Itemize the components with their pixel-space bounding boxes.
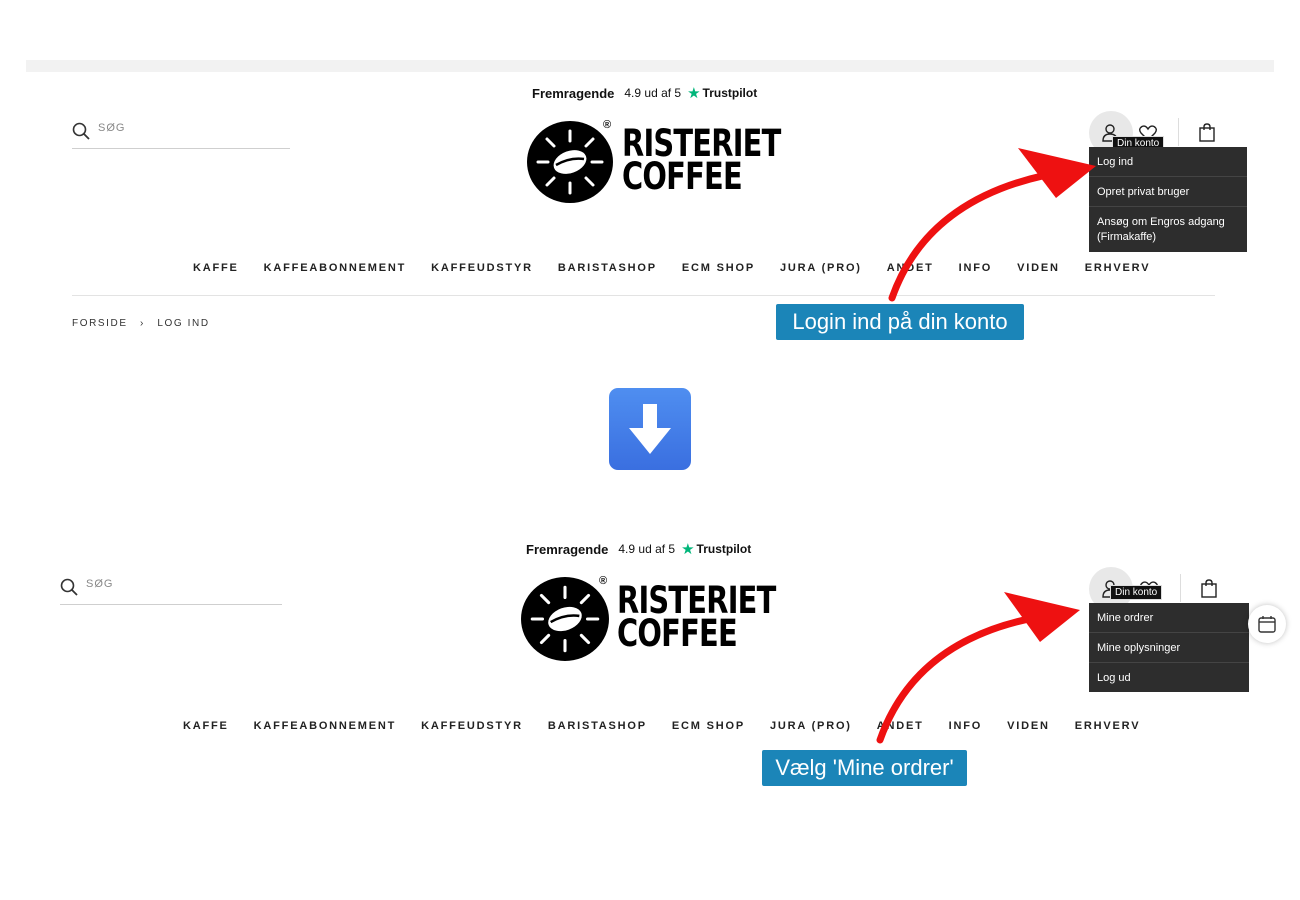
icon-divider — [1178, 118, 1179, 146]
site-logo-2[interactable]: RISTERIET COFFEE ® — [521, 575, 776, 663]
trustpilot-rating-label-2: Fremragende — [526, 541, 609, 557]
trustpilot-brand-2: Trustpilot — [696, 542, 752, 556]
search-field-2[interactable]: SØG — [60, 568, 282, 605]
breadcrumb: FORSIDE › LOG IND — [72, 318, 210, 329]
search-placeholder: SØG — [98, 122, 126, 134]
star-icon-2: ★ — [681, 541, 695, 558]
logo-line-2-2: COFFEE — [617, 612, 738, 655]
search-placeholder-2: SØG — [86, 578, 114, 590]
menu-item-mine-ordrer[interactable]: Mine ordrer — [1089, 603, 1249, 633]
callout-step2: Vælg 'Mine ordrer' — [762, 750, 967, 786]
breadcrumb-separator: › — [140, 318, 145, 329]
nav-item-jura-pro[interactable]: JURA (PRO) — [780, 262, 862, 274]
search-field[interactable]: SØG — [72, 112, 290, 149]
account-dropdown-2: Mine ordrer Mine oplysninger Log ud — [1089, 603, 1249, 692]
nav-item-kaffe[interactable]: KAFFE — [193, 262, 239, 274]
nav-item-ecm-shop[interactable]: ECM SHOP — [682, 262, 755, 274]
nav-item-jura-pro-2[interactable]: JURA (PRO) — [770, 720, 852, 732]
top-band — [26, 60, 1274, 72]
nav-item-kaffeudstyr-2[interactable]: KAFFEUDSTYR — [421, 720, 523, 732]
site-logo[interactable]: RISTERIET COFFEE ® — [527, 119, 781, 205]
annotation-arrow-2 — [876, 592, 1080, 744]
trustpilot-rating-label: Fremragende — [532, 85, 615, 101]
callout-step1: Login ind på din konto — [776, 304, 1024, 340]
annotation-arrow-1 — [888, 148, 1096, 302]
account-tooltip-2: Din konto — [1110, 585, 1163, 600]
trustpilot-brand: Trustpilot — [702, 86, 758, 100]
calendar-button[interactable] — [1248, 605, 1286, 643]
trustpilot-widget[interactable]: Fremragende 4.9 ud af 5 ★ Trustpilot — [532, 84, 757, 102]
nav-item-ecm-shop-2[interactable]: ECM SHOP — [672, 720, 745, 732]
search-icon — [72, 122, 90, 140]
coffee-bean-sun-icon — [527, 121, 613, 203]
nav-item-kaffeabonnement[interactable]: KAFFEABONNEMENT — [264, 262, 407, 274]
search-icon-2 — [60, 578, 78, 596]
breadcrumb-current: LOG IND — [157, 318, 210, 329]
calendar-icon — [1258, 616, 1276, 633]
bag-icon-2[interactable] — [1201, 579, 1217, 598]
nav-item-baristashop[interactable]: BARISTASHOP — [558, 262, 657, 274]
trustpilot-score-2: 4.9 ud af 5 — [618, 542, 676, 556]
bag-icon[interactable] — [1199, 123, 1215, 142]
nav-item-kaffeabonnement-2[interactable]: KAFFEABONNEMENT — [254, 720, 397, 732]
nav-item-kaffeudstyr[interactable]: KAFFEUDSTYR — [431, 262, 533, 274]
registered-mark-2: ® — [599, 575, 608, 587]
registered-mark: ® — [603, 119, 612, 131]
coffee-bean-sun-icon-2 — [521, 577, 609, 661]
nav-item-baristashop-2[interactable]: BARISTASHOP — [548, 720, 647, 732]
trustpilot-score: 4.9 ud af 5 — [624, 86, 682, 100]
nav-item-kaffe-2[interactable]: KAFFE — [183, 720, 229, 732]
trustpilot-widget-2[interactable]: Fremragende 4.9 ud af 5 ★ Trustpilot — [526, 540, 751, 558]
star-icon: ★ — [687, 85, 701, 102]
arrow-down-icon — [609, 388, 691, 470]
logo-line-2: COFFEE — [622, 155, 743, 198]
menu-item-mine-oplysninger[interactable]: Mine oplysninger — [1089, 633, 1249, 663]
icon-divider-2 — [1180, 574, 1181, 602]
breadcrumb-home[interactable]: FORSIDE — [72, 318, 128, 329]
menu-item-log-ud[interactable]: Log ud — [1089, 663, 1249, 692]
